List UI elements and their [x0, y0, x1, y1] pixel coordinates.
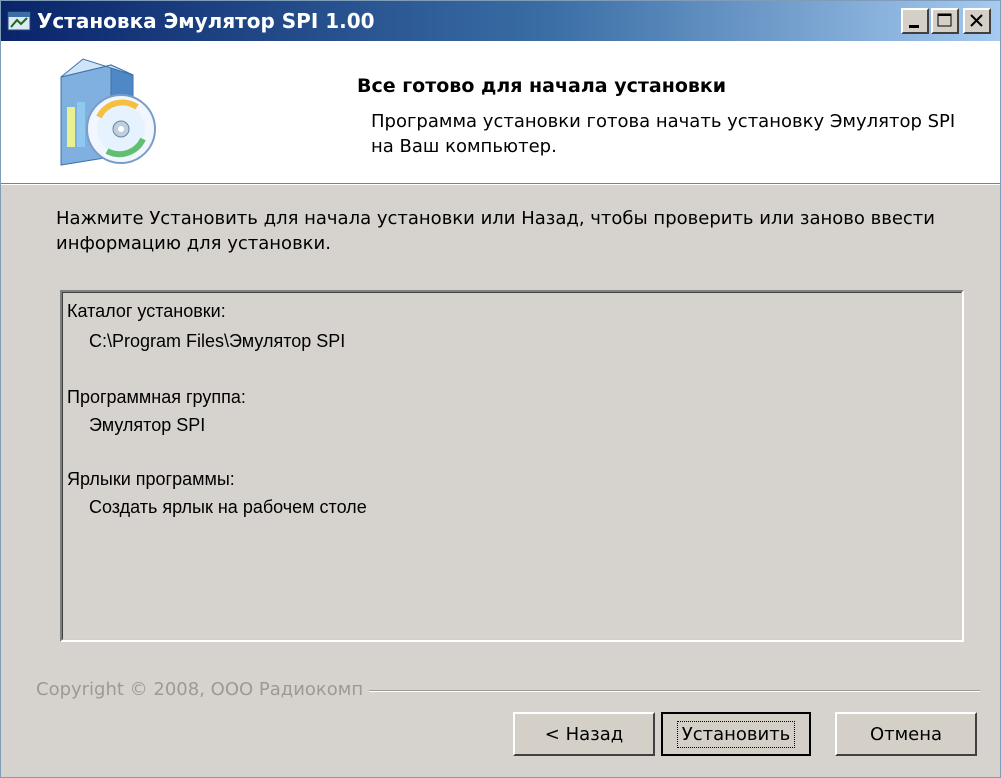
setup-app-icon — [7, 11, 31, 31]
shortcuts-label: Ярлыки программы: — [67, 469, 235, 489]
back-button[interactable]: < Назад — [513, 712, 655, 756]
shortcuts-value: Создать ярлык на рабочем столе — [89, 497, 367, 517]
maximize-button[interactable] — [931, 8, 959, 34]
close-button[interactable] — [963, 8, 991, 34]
header-divider-highlight — [1, 184, 1000, 185]
program-group-label: Программная группа: — [67, 387, 246, 407]
install-dir-value: C:\Program Files\Эмулятор SPI — [89, 331, 346, 351]
page-title: Все готово для начала установки — [357, 75, 727, 97]
title-bar[interactable]: Установка Эмулятор SPI 1.00 — [1, 1, 1000, 41]
cancel-button-label: Отмена — [869, 723, 943, 745]
minimize-button[interactable] — [901, 8, 929, 34]
wizard-header: Все готово для начала установки Программ… — [1, 41, 1000, 183]
install-button[interactable]: Установить — [661, 712, 811, 756]
install-dir-label: Каталог установки: — [67, 301, 226, 321]
minimize-icon — [909, 25, 919, 28]
ready-memo[interactable]: Каталог установки: C:\Program Files\Эмул… — [60, 290, 964, 642]
window-title: Установка Эмулятор SPI 1.00 — [37, 9, 375, 33]
maximize-icon — [937, 13, 952, 27]
copyright-text: Copyright © 2008, ООО Радиокомп — [36, 679, 370, 700]
intro-text: Нажмите Установить для начала установки … — [56, 208, 935, 254]
back-button-label: < Назад — [544, 723, 624, 745]
cancel-button[interactable]: Отмена — [835, 712, 977, 756]
ready-memo-content: Каталог установки: C:\Program Files\Эмул… — [62, 292, 962, 640]
install-button-label: Установить — [676, 720, 796, 748]
setup-package-icon — [60, 58, 156, 166]
close-icon — [970, 14, 983, 27]
installer-window: Установка Эмулятор SPI 1.00 Все готово д… — [0, 0, 1001, 778]
page-subtitle: Программа установки готова начать устано… — [371, 111, 956, 157]
program-group-value: Эмулятор SPI — [89, 415, 206, 435]
